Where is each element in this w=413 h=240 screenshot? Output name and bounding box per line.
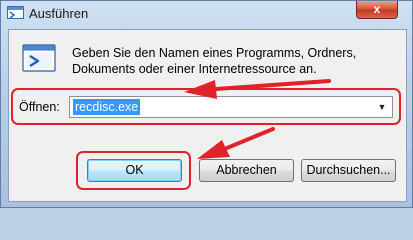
highlight-ok-button [76, 151, 191, 190]
run-dialog-window: Ausführen x Geben Sie den Namen eines Pr… [0, 0, 413, 208]
run-dialog-icon [7, 6, 24, 19]
dialog-body: Geben Sie den Namen eines Programms, Ord… [8, 29, 407, 202]
highlight-open-field [11, 88, 401, 125]
title-bar[interactable]: Ausführen x [1, 1, 412, 27]
run-dialog-icon [22, 44, 56, 72]
window-title: Ausführen [29, 6, 89, 21]
browse-button[interactable]: Durchsuchen... [301, 159, 396, 182]
close-button[interactable]: x [356, 1, 398, 19]
cancel-button[interactable]: Abbrechen [199, 159, 294, 182]
dialog-description: Geben Sie den Namen eines Programms, Ord… [72, 46, 357, 76]
